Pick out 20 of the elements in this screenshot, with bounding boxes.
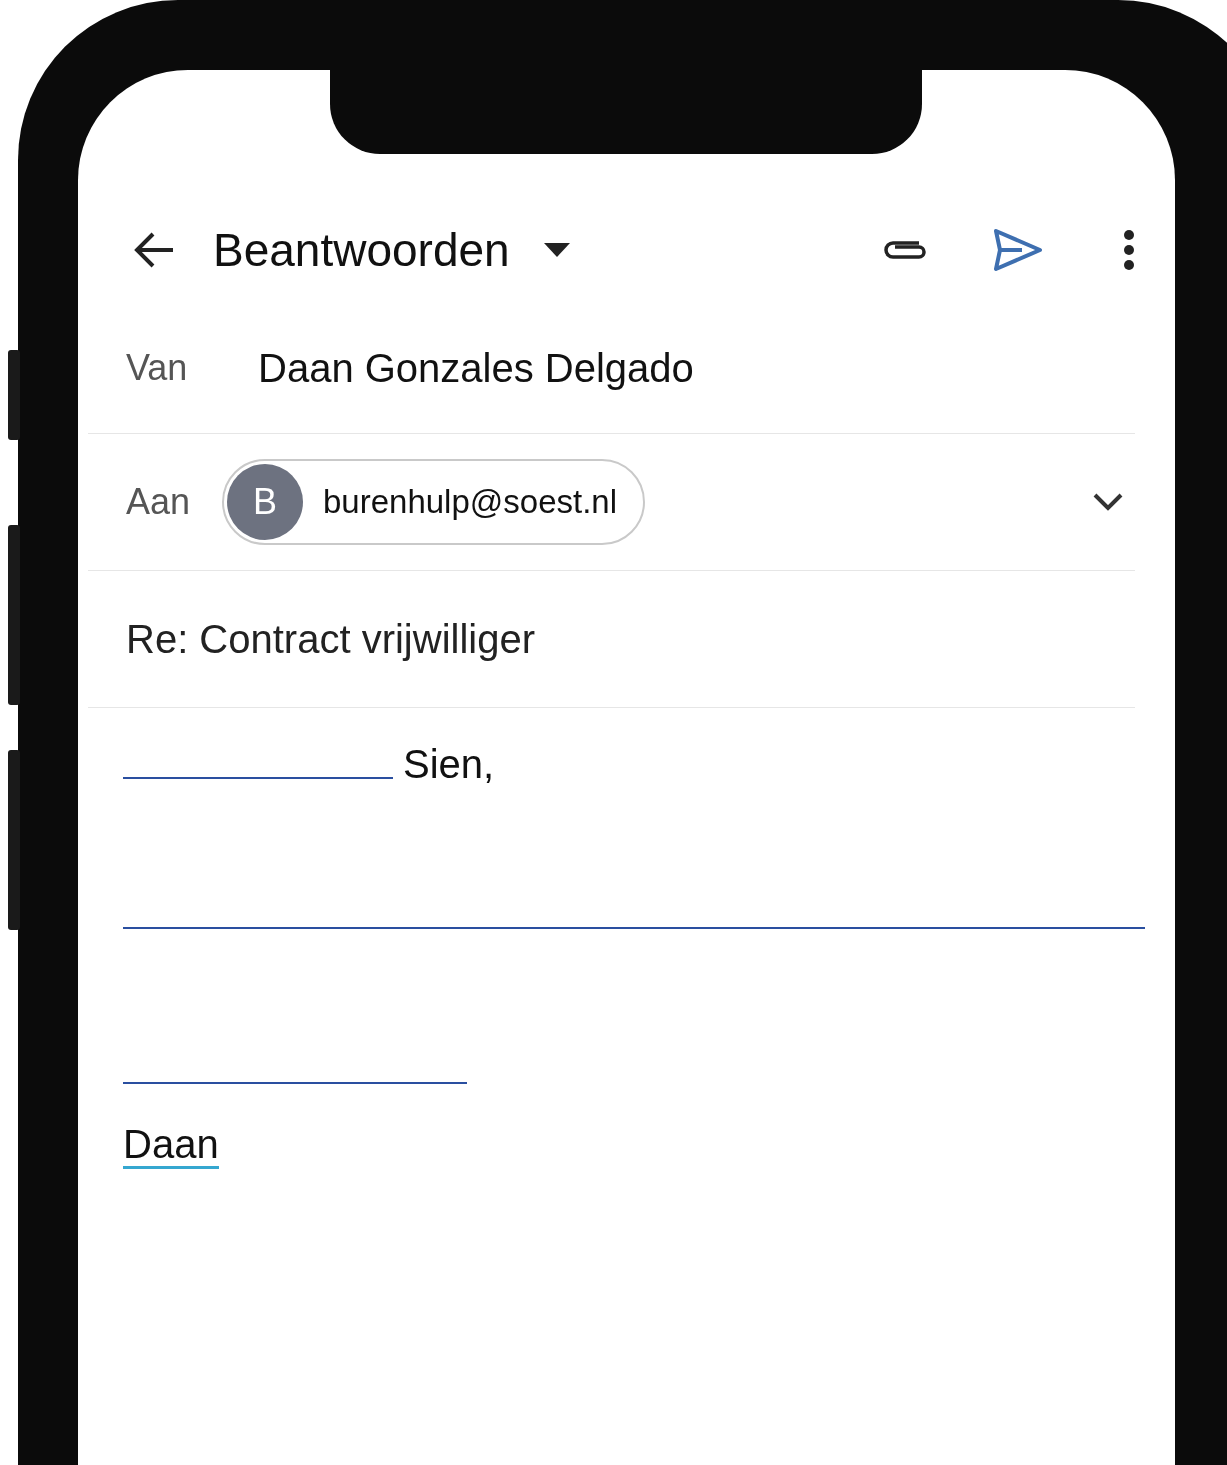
send-button[interactable]: [993, 228, 1043, 272]
more-vertical-icon: [1123, 230, 1135, 270]
subject-text: Re: Contract vrijwilliger: [126, 616, 535, 662]
expand-button[interactable]: [1093, 493, 1123, 511]
from-label: Van: [126, 347, 189, 389]
sender-name: Daan Gonzales Delgado: [258, 345, 694, 391]
recipient-chip[interactable]: B burenhulp@soest.nl: [222, 459, 646, 545]
avatar-initial: B: [227, 464, 303, 540]
send-icon: [993, 228, 1043, 272]
dropdown-button[interactable]: [543, 243, 570, 257]
caret-icon: [543, 243, 570, 257]
more-options-button[interactable]: [1123, 230, 1135, 270]
to-label: Aan: [126, 481, 192, 523]
back-button[interactable]: [133, 231, 175, 269]
recipient-email: burenhulp@soest.nl: [323, 483, 618, 521]
signature-text: Daan: [123, 1122, 219, 1169]
chevron-down-icon: [1093, 493, 1123, 511]
back-arrow-icon: [133, 231, 175, 269]
greeting-text: Sien,: [403, 742, 495, 787]
screen-title: Beantwoorden: [213, 223, 510, 277]
